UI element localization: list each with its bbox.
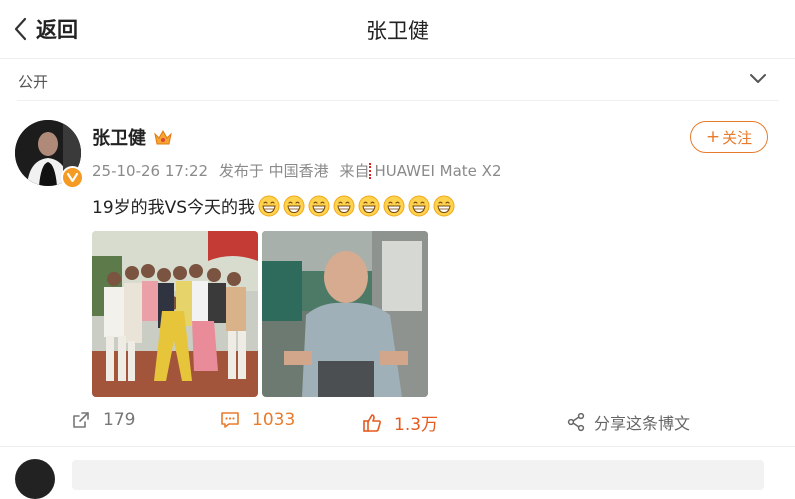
- comment-icon: [221, 412, 239, 428]
- crown-icon: [154, 129, 172, 145]
- divider: [17, 100, 779, 101]
- post-time[interactable]: 25-10-26 17:22: [92, 162, 208, 180]
- follow-button[interactable]: + 关注: [690, 121, 768, 153]
- verified-v-icon: [61, 166, 84, 189]
- group-photo: [92, 231, 258, 397]
- post-source-label: 来自: [339, 162, 370, 180]
- grin-emoji-icon: [258, 195, 280, 217]
- grin-emoji-icon: [433, 195, 455, 217]
- like-count: 1.3万: [394, 415, 439, 435]
- cursor-marker: [369, 163, 373, 179]
- post-location: 发布于 中国香港: [218, 162, 329, 180]
- post-device: HUAWEI Mate X2: [374, 162, 502, 180]
- post-meta: 25-10-26 17:22 发布于 中国香港 来自 HUAWEI Mate X2: [92, 160, 507, 181]
- plus-icon: +: [705, 127, 721, 147]
- visibility-label: 公开: [18, 73, 49, 91]
- share-button[interactable]: 分享这条博文: [566, 410, 690, 434]
- repost-button[interactable]: 179: [71, 410, 135, 430]
- grin-emoji-icon: [358, 195, 380, 217]
- post-actions: 179 1033 1.3万 分享这条博文: [0, 404, 795, 440]
- repost-count: 179: [103, 410, 136, 430]
- emoji-row: [255, 195, 455, 217]
- page-title: 张卫健: [366, 19, 429, 43]
- grin-emoji-icon: [333, 195, 355, 217]
- divider: [0, 446, 795, 447]
- repost-icon: [73, 412, 89, 428]
- grin-emoji-icon: [308, 195, 330, 217]
- grin-emoji-icon: [383, 195, 405, 217]
- comment-button[interactable]: 1033: [220, 410, 295, 430]
- grin-emoji-icon: [283, 195, 305, 217]
- chevron-down-icon[interactable]: [749, 71, 767, 85]
- avatar[interactable]: [15, 459, 55, 499]
- post-text: 19岁的我VS今天的我: [92, 198, 256, 218]
- share-icon: [567, 412, 585, 432]
- top-bar: 返回 张卫健: [0, 0, 795, 58]
- visibility-row[interactable]: 公开: [0, 59, 795, 101]
- portrait-photo: [262, 231, 428, 397]
- post-image-1[interactable]: [92, 231, 258, 397]
- post-content: 19岁的我VS今天的我: [92, 193, 455, 218]
- comment-input[interactable]: [72, 460, 764, 490]
- grin-emoji-icon: [408, 195, 430, 217]
- author-name[interactable]: 张卫健: [92, 124, 146, 150]
- comment-count: 1033: [252, 410, 296, 430]
- follow-label: 关注: [722, 128, 753, 147]
- post-image-2[interactable]: [262, 231, 428, 397]
- like-button[interactable]: 1.3万: [362, 410, 438, 435]
- share-label: 分享这条博文: [594, 414, 691, 433]
- thumbs-up-icon: [363, 413, 381, 432]
